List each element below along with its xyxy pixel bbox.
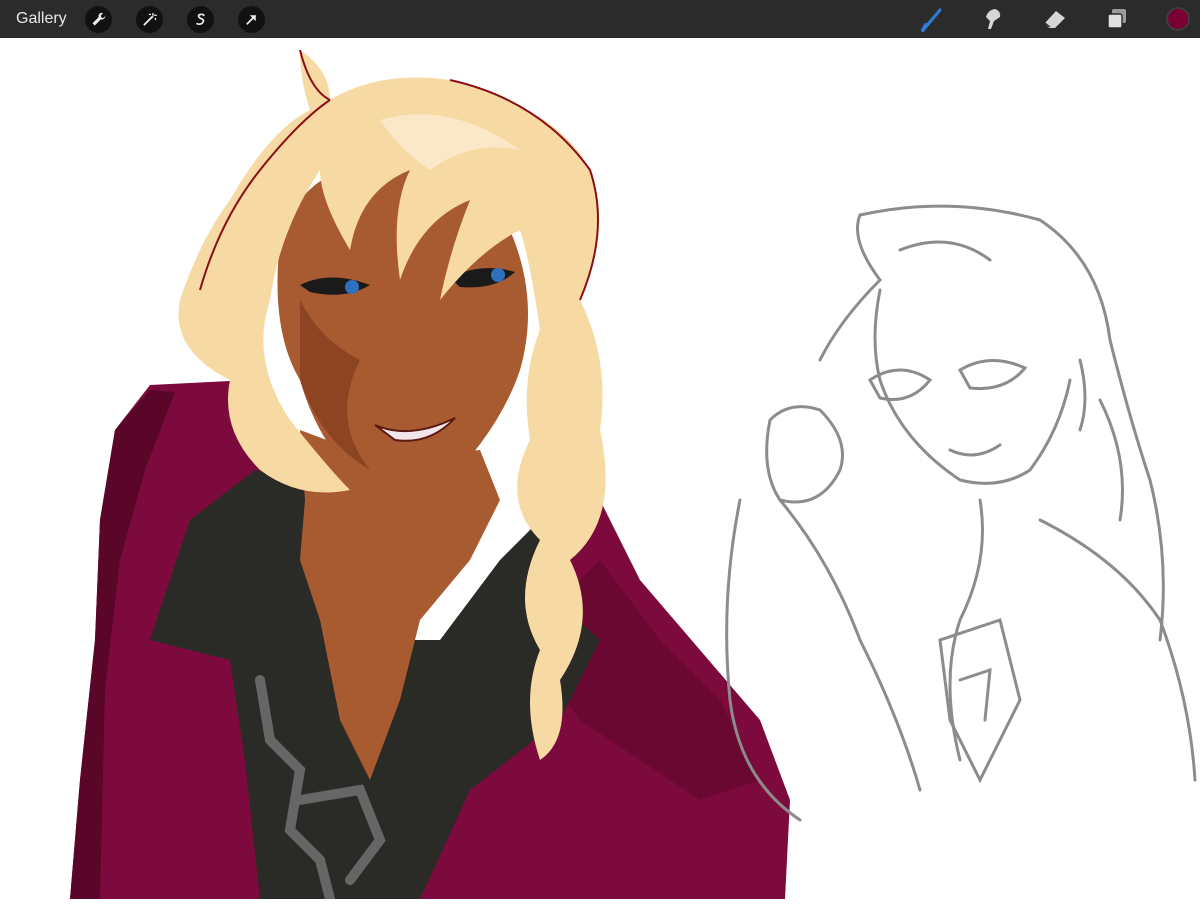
- color-picker-button[interactable]: [1166, 7, 1190, 31]
- smudge-icon: [986, 9, 1001, 29]
- artwork: [70, 49, 1197, 904]
- selection-s-icon: [196, 13, 205, 26]
- brush-icon: [921, 8, 942, 32]
- wrench-icon: [92, 12, 106, 26]
- adjustments-button[interactable]: [136, 6, 163, 33]
- magic-wand-icon: [143, 12, 157, 26]
- gallery-button[interactable]: Gallery: [16, 10, 67, 28]
- selection-button[interactable]: [187, 6, 214, 33]
- layers-button[interactable]: [1103, 5, 1131, 33]
- drawing-canvas[interactable]: [0, 38, 1200, 904]
- brush-tool-button[interactable]: [919, 5, 947, 33]
- iris-right: [491, 268, 505, 282]
- smudge-tool-button[interactable]: [979, 5, 1007, 33]
- actions-button[interactable]: [85, 6, 112, 33]
- transform-arrow-icon: [246, 15, 256, 25]
- iris-left: [345, 280, 359, 294]
- transform-button[interactable]: [238, 6, 265, 33]
- sketch-figure: [725, 204, 1197, 822]
- layers-icon: [1107, 9, 1126, 29]
- eraser-tool-button[interactable]: [1041, 5, 1069, 33]
- top-toolbar: Gallery: [0, 0, 1200, 38]
- eraser-icon: [1044, 11, 1065, 28]
